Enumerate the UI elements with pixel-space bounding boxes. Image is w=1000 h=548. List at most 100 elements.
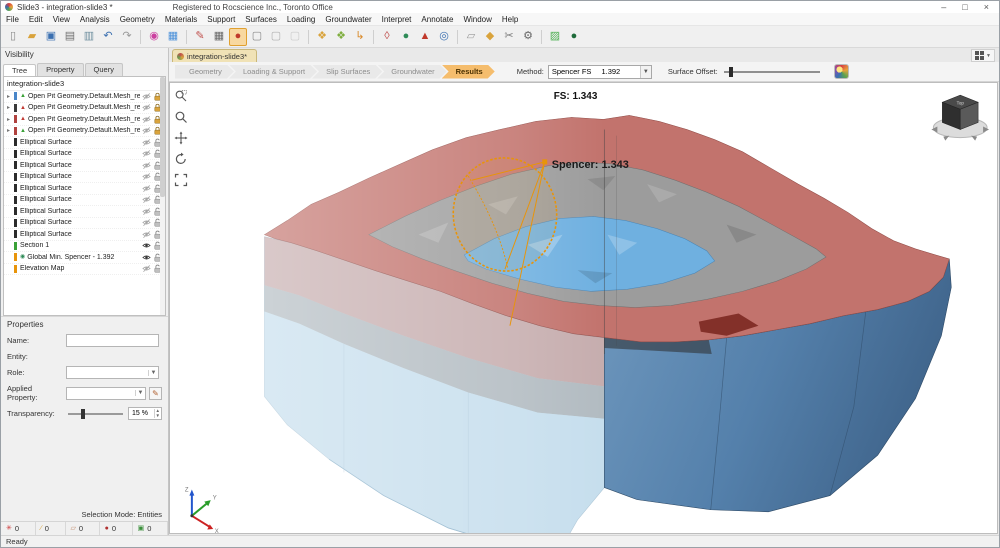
contour-legend-icon[interactable] xyxy=(834,64,849,79)
spinner-arrows-icon[interactable]: ▲▼ xyxy=(154,409,161,418)
eye-off-icon[interactable] xyxy=(142,138,151,147)
eye-off-icon[interactable] xyxy=(142,264,151,273)
expand-arrow-icon[interactable]: ▸ xyxy=(7,116,14,123)
color-wheel-icon[interactable]: ◉ xyxy=(145,28,163,46)
eye-off-icon[interactable] xyxy=(142,149,151,158)
document-tab[interactable]: integration-slide3* xyxy=(172,49,257,62)
contour-map-icon[interactable]: ▨ xyxy=(546,28,564,46)
maximize-icon[interactable]: □ xyxy=(962,2,967,12)
eye-off-icon[interactable] xyxy=(142,184,151,193)
role-select[interactable]: ▼ xyxy=(66,366,159,379)
fill-tool-icon[interactable]: ◆ xyxy=(481,28,499,46)
eye-icon[interactable] xyxy=(142,241,151,250)
menu-interpret[interactable]: Interpret xyxy=(377,14,417,25)
tree-scrollbar[interactable] xyxy=(160,77,165,315)
menu-groundwater[interactable]: Groundwater xyxy=(320,14,376,25)
expand-arrow-icon[interactable]: ▸ xyxy=(7,104,14,111)
method-select[interactable]: Spencer FS 1.392 ▼ xyxy=(548,65,652,79)
tree-item[interactable]: Elevation Map xyxy=(4,264,165,276)
eye-off-icon[interactable] xyxy=(142,230,151,239)
eye-off-icon[interactable] xyxy=(142,207,151,216)
tree-item[interactable]: Elliptical Surface xyxy=(4,229,165,241)
tree-item[interactable]: Elliptical Surface xyxy=(4,195,165,207)
menu-loading[interactable]: Loading xyxy=(282,14,320,25)
menu-geometry[interactable]: Geometry xyxy=(115,14,160,25)
workflow-tab-slip-surfaces[interactable]: Slip Surfaces xyxy=(312,65,382,79)
solid-mesh-icon[interactable]: ● xyxy=(229,28,247,46)
menu-support[interactable]: Support xyxy=(202,14,240,25)
move-face-icon[interactable]: ❖ xyxy=(332,28,350,46)
menu-materials[interactable]: Materials xyxy=(160,14,202,25)
eye-off-icon[interactable] xyxy=(142,161,151,170)
open-folder-icon[interactable]: ▰ xyxy=(23,28,41,46)
tree-item[interactable]: ▸▲Open Pit Geometry.Default.Mesh_remeshe… xyxy=(4,126,165,138)
save-icon[interactable]: ▣ xyxy=(42,28,60,46)
zoom-fit-icon[interactable] xyxy=(172,171,190,189)
applied-property-select[interactable]: ▼ xyxy=(66,387,146,400)
align-tool-icon[interactable]: ▱ xyxy=(462,28,480,46)
tree-item[interactable]: Elliptical Surface xyxy=(4,218,165,230)
print-icon[interactable]: ▤ xyxy=(61,28,79,46)
tree-item[interactable]: Elliptical Surface xyxy=(4,137,165,149)
viewport-layout-button[interactable]: ▼ xyxy=(971,49,995,62)
workflow-tab-geometry[interactable]: Geometry xyxy=(175,65,234,79)
tab-query[interactable]: Query xyxy=(85,63,123,76)
tab-property[interactable]: Property xyxy=(37,63,83,76)
transparency-slider-thumb[interactable] xyxy=(81,409,85,419)
eye-icon[interactable] xyxy=(142,253,151,262)
sphere-dark-icon[interactable]: ● xyxy=(565,28,583,46)
tree-item[interactable]: ▸▲Open Pit Geometry.Default.Mesh_remeshe… xyxy=(4,103,165,115)
tree-item[interactable]: Elliptical Surface xyxy=(4,160,165,172)
tree-root-node[interactable]: integration-slide3 xyxy=(4,77,165,91)
zoom-window-icon[interactable] xyxy=(172,87,190,105)
tree-item[interactable]: ▸▲Open Pit Geometry.Default.Mesh_remeshe… xyxy=(4,91,165,103)
eraser-icon[interactable]: ◊ xyxy=(378,28,396,46)
extrude-icon[interactable]: ↳ xyxy=(351,28,369,46)
select-window-icon[interactable]: ▢ xyxy=(286,28,304,46)
transparency-slider[interactable] xyxy=(68,413,123,415)
expand-arrow-icon[interactable]: ▸ xyxy=(7,127,14,134)
name-field[interactable] xyxy=(66,334,159,347)
workflow-tab-groundwater[interactable]: Groundwater xyxy=(377,65,446,79)
zoom-icon[interactable] xyxy=(172,108,190,126)
model-canvas[interactable]: Spencer: 1.343 FS: 1.343 Top xyxy=(169,82,998,534)
rotate-icon[interactable] xyxy=(172,150,190,168)
minimize-icon[interactable]: – xyxy=(941,2,946,12)
sphere-tool-icon[interactable]: ● xyxy=(397,28,415,46)
undo-icon[interactable]: ↶ xyxy=(99,28,117,46)
workflow-tab-loading-support[interactable]: Loading & Support xyxy=(229,65,317,79)
menu-analysis[interactable]: Analysis xyxy=(75,14,115,25)
globe-tool-icon[interactable]: ◎ xyxy=(435,28,453,46)
tree-scroll-thumb[interactable] xyxy=(160,77,165,197)
tree-item[interactable]: ▸▲Open Pit Geometry.Default.Mesh_remeshe… xyxy=(4,114,165,126)
menu-surfaces[interactable]: Surfaces xyxy=(240,14,282,25)
view-cube[interactable]: Top xyxy=(931,95,989,141)
workflow-tab-results[interactable]: Results xyxy=(442,65,495,79)
image-export-icon[interactable]: ▦ xyxy=(164,28,182,46)
menu-file[interactable]: File xyxy=(1,14,24,25)
eye-off-icon[interactable] xyxy=(142,92,151,101)
menu-edit[interactable]: Edit xyxy=(24,14,48,25)
eye-off-icon[interactable] xyxy=(142,172,151,181)
eye-off-icon[interactable] xyxy=(142,103,151,112)
menu-window[interactable]: Window xyxy=(458,14,496,25)
tree-item[interactable]: Elliptical Surface xyxy=(4,149,165,161)
grid-table-icon[interactable]: ▦ xyxy=(210,28,228,46)
surface-offset-slider[interactable] xyxy=(724,71,820,73)
settings-gear-icon[interactable]: ⚙ xyxy=(519,28,537,46)
tree-item[interactable]: Elliptical Surface xyxy=(4,183,165,195)
tree-item[interactable]: Section 1 xyxy=(4,241,165,253)
eye-off-icon[interactable] xyxy=(142,218,151,227)
wire-box-icon[interactable]: ▢ xyxy=(248,28,266,46)
eye-off-icon[interactable] xyxy=(142,126,151,135)
cone-tool-icon[interactable]: ▲ xyxy=(416,28,434,46)
tree-item[interactable]: Elliptical Surface xyxy=(4,172,165,184)
menu-annotate[interactable]: Annotate xyxy=(416,14,458,25)
close-icon[interactable]: × xyxy=(984,2,989,12)
expand-arrow-icon[interactable]: ▸ xyxy=(7,93,14,100)
redo-icon[interactable]: ↷ xyxy=(118,28,136,46)
tree-item[interactable]: ◉Global Min. Spencer - 1.392 xyxy=(4,252,165,264)
move-entity-icon[interactable]: ❖ xyxy=(313,28,331,46)
new-file-icon[interactable]: ▯ xyxy=(4,28,22,46)
select-lock-icon[interactable]: ▢ xyxy=(267,28,285,46)
